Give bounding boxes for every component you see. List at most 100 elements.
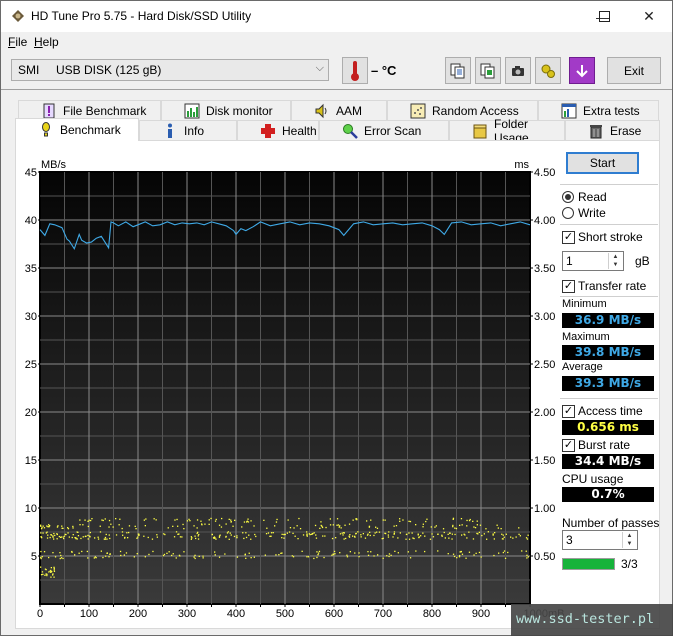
access-time-point	[148, 553, 150, 556]
access-time-point	[320, 524, 322, 527]
access-time-point	[48, 524, 50, 526]
access-time-point	[123, 554, 125, 556]
spinner-arrows-icon[interactable]: ▲ ▼	[608, 253, 622, 269]
access-time-point	[230, 519, 232, 521]
access-time-point	[90, 519, 92, 522]
access-time-point	[527, 534, 529, 536]
access-time-point	[76, 538, 78, 540]
access-time-point	[172, 553, 174, 555]
access-time-point	[307, 556, 310, 558]
access-time-point	[109, 553, 111, 555]
access-time-point	[448, 537, 450, 539]
x-tick-label: 900	[472, 608, 490, 620]
access-time-point	[437, 550, 439, 552]
access-time-point	[478, 551, 481, 554]
access-time-point	[415, 524, 417, 526]
access-time-point	[135, 528, 137, 530]
access-time-point	[322, 535, 324, 537]
access-time-point	[466, 537, 468, 539]
access-time-point	[125, 552, 128, 554]
x-tick-label: 600	[325, 608, 343, 620]
access-time-point	[275, 554, 277, 556]
access-time-point	[74, 537, 76, 539]
tab-benchmark[interactable]: Benchmark	[15, 118, 139, 141]
access-time-point	[473, 526, 475, 528]
access-time-point	[80, 537, 82, 540]
access-time-point	[424, 535, 426, 537]
start-button[interactable]: Start	[566, 152, 639, 174]
access-time-point	[425, 520, 427, 523]
write-radio[interactable]	[562, 207, 574, 219]
access-time-point	[156, 536, 158, 538]
access-time-point	[224, 553, 226, 555]
access-time-point	[496, 524, 498, 526]
access-time-point	[390, 554, 392, 556]
access-time-point	[343, 538, 345, 540]
access-time-checkbox[interactable]: ✓	[562, 405, 575, 418]
access-time-point	[48, 571, 50, 573]
access-time-point	[459, 524, 461, 526]
spinner-arrows-icon[interactable]: ▲ ▼	[622, 532, 636, 548]
access-time-point	[456, 557, 458, 559]
access-time-point	[61, 525, 63, 527]
access-time-point	[42, 525, 44, 527]
access-time-point	[247, 518, 249, 520]
access-time-point	[431, 533, 433, 535]
x-tick-label: 0	[37, 608, 43, 620]
access-time-point	[101, 519, 103, 521]
access-time-point	[186, 520, 189, 522]
access-time-point	[50, 567, 52, 569]
access-time-point	[469, 518, 471, 521]
access-time-point	[289, 527, 292, 529]
access-time-point	[74, 554, 76, 556]
access-time-point	[349, 534, 351, 536]
access-time-point	[144, 525, 146, 527]
access-time-point	[255, 535, 257, 538]
minimum-label: Minimum	[562, 298, 607, 310]
read-radio[interactable]	[562, 191, 574, 203]
access-time-point	[102, 556, 104, 559]
access-time-point	[283, 537, 285, 539]
short-stroke-spinner[interactable]: 1 ▲ ▼	[562, 251, 624, 271]
access-time-point	[510, 536, 512, 538]
access-time-point	[348, 536, 351, 538]
short-stroke-checkbox[interactable]: ✓	[562, 231, 575, 244]
access-time-point	[54, 534, 56, 537]
access-time-point	[152, 550, 154, 553]
access-time-point	[340, 527, 342, 529]
access-time-point	[402, 519, 404, 521]
access-time-point	[250, 538, 252, 540]
access-time-point	[95, 557, 97, 559]
access-time-point	[214, 520, 217, 522]
access-time-point	[173, 536, 176, 538]
access-time-point	[411, 532, 413, 534]
access-time-point	[341, 532, 343, 534]
access-time-point	[119, 518, 121, 520]
access-time-point	[292, 532, 294, 534]
transfer-rate-checkbox[interactable]: ✓	[562, 280, 575, 293]
access-time-point	[53, 566, 55, 568]
access-time-point	[332, 553, 334, 555]
access-time-point	[242, 532, 244, 534]
passes-spinner[interactable]: 3 ▲ ▼	[562, 530, 638, 550]
access-time-point	[162, 554, 165, 557]
access-time-point	[136, 553, 138, 555]
access-time-label: Access time	[578, 404, 643, 418]
access-time-point	[474, 527, 477, 529]
access-time-point	[59, 552, 61, 554]
access-time-point	[483, 533, 485, 535]
burst-rate-checkbox[interactable]: ✓	[562, 439, 575, 452]
access-time-point	[214, 554, 216, 556]
exclamation-icon	[38, 122, 54, 138]
access-time-point	[486, 538, 488, 540]
y-tick-label: 40	[25, 215, 37, 227]
access-time-point	[378, 531, 381, 533]
access-time-point	[208, 519, 210, 521]
access-time-point	[105, 533, 107, 536]
access-time-point	[56, 526, 59, 528]
access-time-point	[525, 537, 528, 539]
access-time-point	[325, 526, 327, 529]
access-time-point	[143, 535, 145, 537]
access-time-point	[60, 557, 63, 559]
transfer-rate-label: Transfer rate	[578, 279, 647, 293]
